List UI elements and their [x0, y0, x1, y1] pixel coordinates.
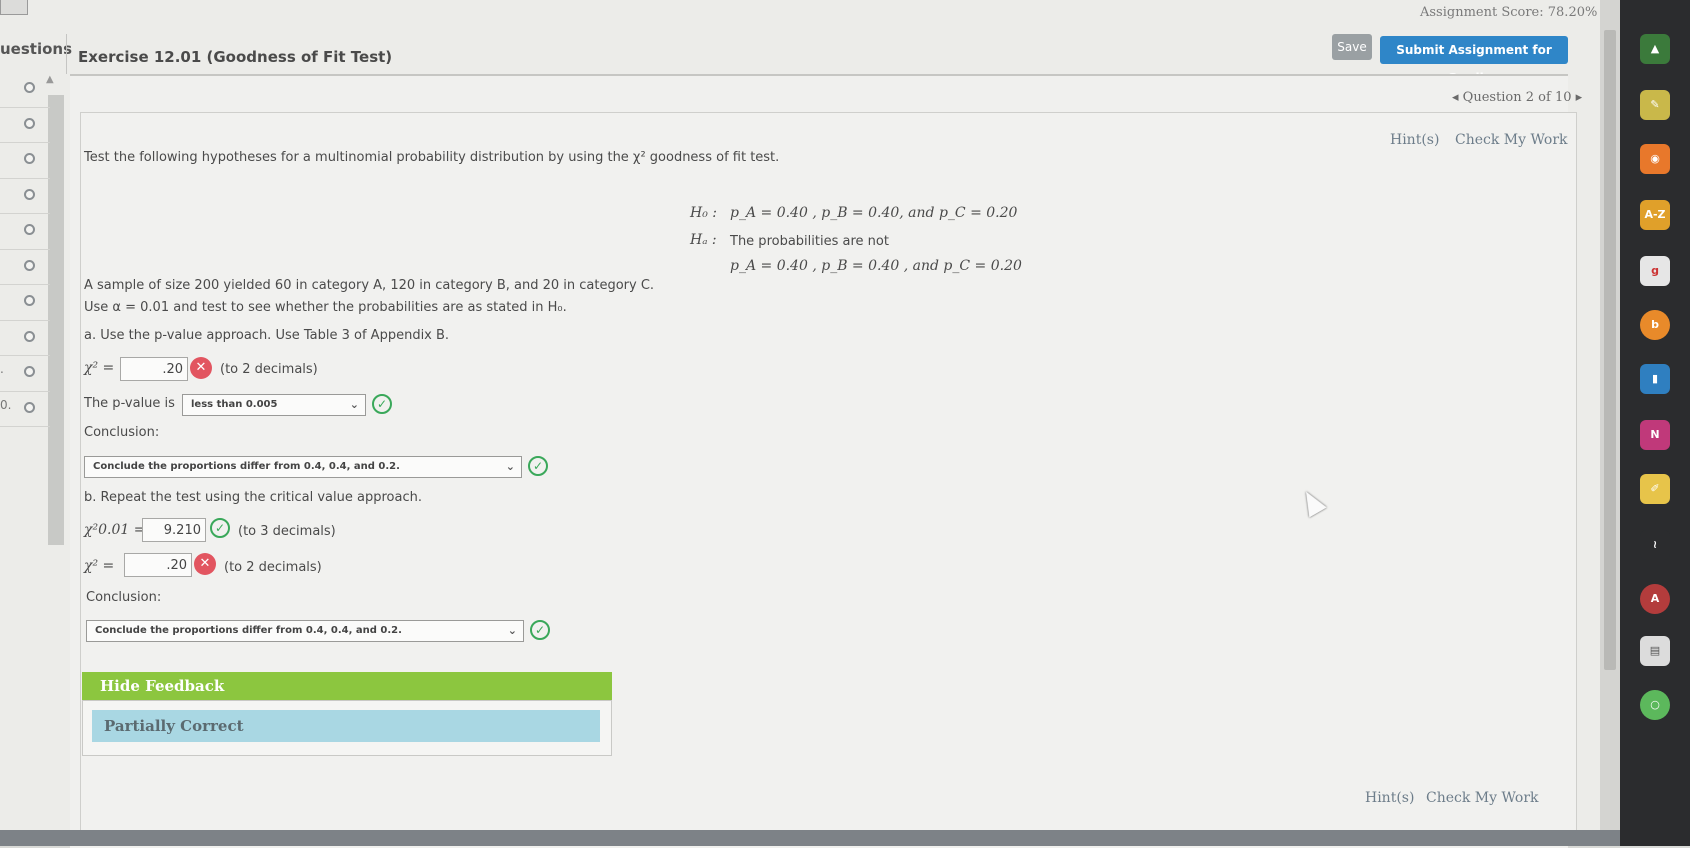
voice-icon[interactable]: ≀ — [1640, 530, 1670, 560]
submit-assignment-button[interactable]: Submit Assignment for Grading — [1380, 36, 1568, 85]
bottom-taskbar — [0, 830, 1620, 846]
chi-square-b-input[interactable]: .20 — [124, 553, 192, 577]
chi-square-b-hint: (to 2 decimals) — [224, 560, 322, 575]
hints-link-bottom[interactable]: Hint(s) — [1365, 790, 1414, 806]
status-dot-icon — [24, 188, 35, 200]
ha-label: Hₐ : — [690, 232, 717, 248]
chi-square-hint: (to 2 decimals) — [220, 362, 318, 377]
status-dot-icon — [24, 295, 35, 306]
question-list-scrollbar[interactable] — [48, 95, 64, 545]
incorrect-icon: ✕ — [190, 357, 212, 379]
drive-icon[interactable]: ▲ — [1640, 34, 1670, 64]
check-my-work-link[interactable]: Check My Work — [1455, 132, 1568, 148]
chevron-down-icon: ⌄ — [349, 398, 359, 411]
status-dot-icon — [24, 117, 35, 129]
hints-link[interactable]: Hint(s) — [1390, 132, 1439, 148]
google-icon[interactable]: g — [1640, 256, 1670, 286]
status-dot-icon — [24, 259, 35, 271]
question-list-item[interactable] — [0, 179, 50, 214]
keyboard-icon[interactable] — [0, 0, 28, 15]
az-icon[interactable]: A-Z — [1640, 200, 1670, 230]
conclusion-b-select[interactable]: Conclude the proportions differ from 0.4… — [86, 620, 524, 642]
chi-square-b-label: χ² = — [84, 558, 115, 574]
critical-value-label: χ²0.01 = — [84, 522, 146, 538]
status-dot-icon — [24, 153, 35, 164]
notes-icon[interactable]: ▤ — [1640, 636, 1670, 666]
page-scrollbar-thumb[interactable] — [1604, 30, 1616, 670]
conclusion-a-select[interactable]: Conclude the proportions differ from 0.4… — [84, 456, 522, 478]
assignment-score: Assignment Score: 78.20% — [1420, 5, 1598, 20]
feedback-status: Partially Correct — [92, 710, 600, 742]
save-button[interactable]: Save — [1332, 34, 1372, 60]
question-list-item[interactable] — [0, 321, 50, 356]
check-my-work-link-bottom[interactable]: Check My Work — [1426, 790, 1539, 806]
chevron-down-icon: ⌄ — [505, 460, 515, 473]
chevron-down-icon: ⌄ — [507, 624, 517, 637]
accessibility-icon[interactable]: A — [1640, 584, 1670, 614]
question-list-item[interactable] — [0, 143, 50, 179]
alpha-text: Use α = 0.01 and test to see whether the… — [84, 300, 567, 315]
question-navigator[interactable]: ◂ Question 2 of 10 ▸ — [1452, 90, 1582, 105]
status-dot-icon — [24, 401, 35, 413]
h0-label: H₀ : — [690, 205, 717, 221]
header-divider — [66, 34, 67, 74]
question-list-item[interactable]: . — [0, 356, 50, 392]
notepad-icon[interactable]: ✐ — [1640, 474, 1670, 504]
h0-statement: p_A = 0.40 , p_B = 0.40, and p_C = 0.20 — [730, 205, 1018, 221]
part-b-heading: b. Repeat the test using the critical va… — [84, 490, 422, 505]
question-intro: Test the following hypotheses for a mult… — [84, 150, 780, 165]
critical-value-input[interactable]: 9.210 — [142, 518, 206, 542]
pvalue-label: The p-value is — [84, 396, 175, 411]
status-dot-icon — [24, 366, 35, 377]
correct-check-icon: ✓ — [372, 394, 392, 414]
ha-statement-text: The probabilities are not — [730, 234, 889, 249]
sample-text: A sample of size 200 yielded 60 in categ… — [84, 278, 655, 293]
chi-square-input[interactable]: .20 — [120, 357, 188, 381]
question-list-item[interactable] — [0, 214, 50, 250]
question-list: . 0. — [0, 72, 50, 427]
question-list-item[interactable]: 0. — [0, 392, 50, 427]
incorrect-icon: ✕ — [194, 553, 216, 575]
correct-check-icon: ✓ — [530, 620, 550, 640]
chi-square-label: χ² = — [84, 360, 115, 376]
questions-tab[interactable]: uestions — [0, 40, 72, 58]
onenote-icon[interactable]: N — [1640, 420, 1670, 450]
hide-feedback-button[interactable]: Hide Feedback — [82, 672, 612, 700]
orange-circle-icon[interactable]: b — [1640, 310, 1670, 340]
part-a-heading: a. Use the p-value approach. Use Table 3… — [84, 328, 450, 343]
status-dot-icon — [24, 330, 35, 342]
pvalue-select[interactable]: less than 0.005 ⌄ — [182, 394, 366, 416]
correct-check-icon: ✓ — [528, 456, 548, 476]
question-list-item[interactable] — [0, 250, 50, 285]
critical-value-hint: (to 3 decimals) — [238, 524, 336, 539]
app-page: Assignment Score: 78.20% Save Submit Ass… — [0, 0, 1620, 848]
pencil-icon[interactable]: ✎ — [1640, 90, 1670, 120]
exercise-title: Exercise 12.01 (Goodness of Fit Test) — [78, 48, 393, 66]
question-list-item[interactable] — [0, 285, 50, 321]
status-dot-icon — [24, 82, 35, 93]
green-circle-icon[interactable]: ○ — [1640, 690, 1670, 720]
book-icon[interactable]: ▮ — [1640, 364, 1670, 394]
rss-icon[interactable]: ◉ — [1640, 144, 1670, 174]
conclusion-a-label: Conclusion: — [84, 425, 160, 440]
question-list-item[interactable] — [0, 108, 50, 143]
status-dot-icon — [24, 224, 35, 235]
conclusion-b-label: Conclusion: — [86, 590, 162, 605]
correct-check-icon: ✓ — [210, 518, 230, 538]
question-list-item[interactable] — [0, 72, 50, 108]
ha-statement-math: p_A = 0.40 , p_B = 0.40 , and p_C = 0.20 — [730, 258, 1022, 274]
